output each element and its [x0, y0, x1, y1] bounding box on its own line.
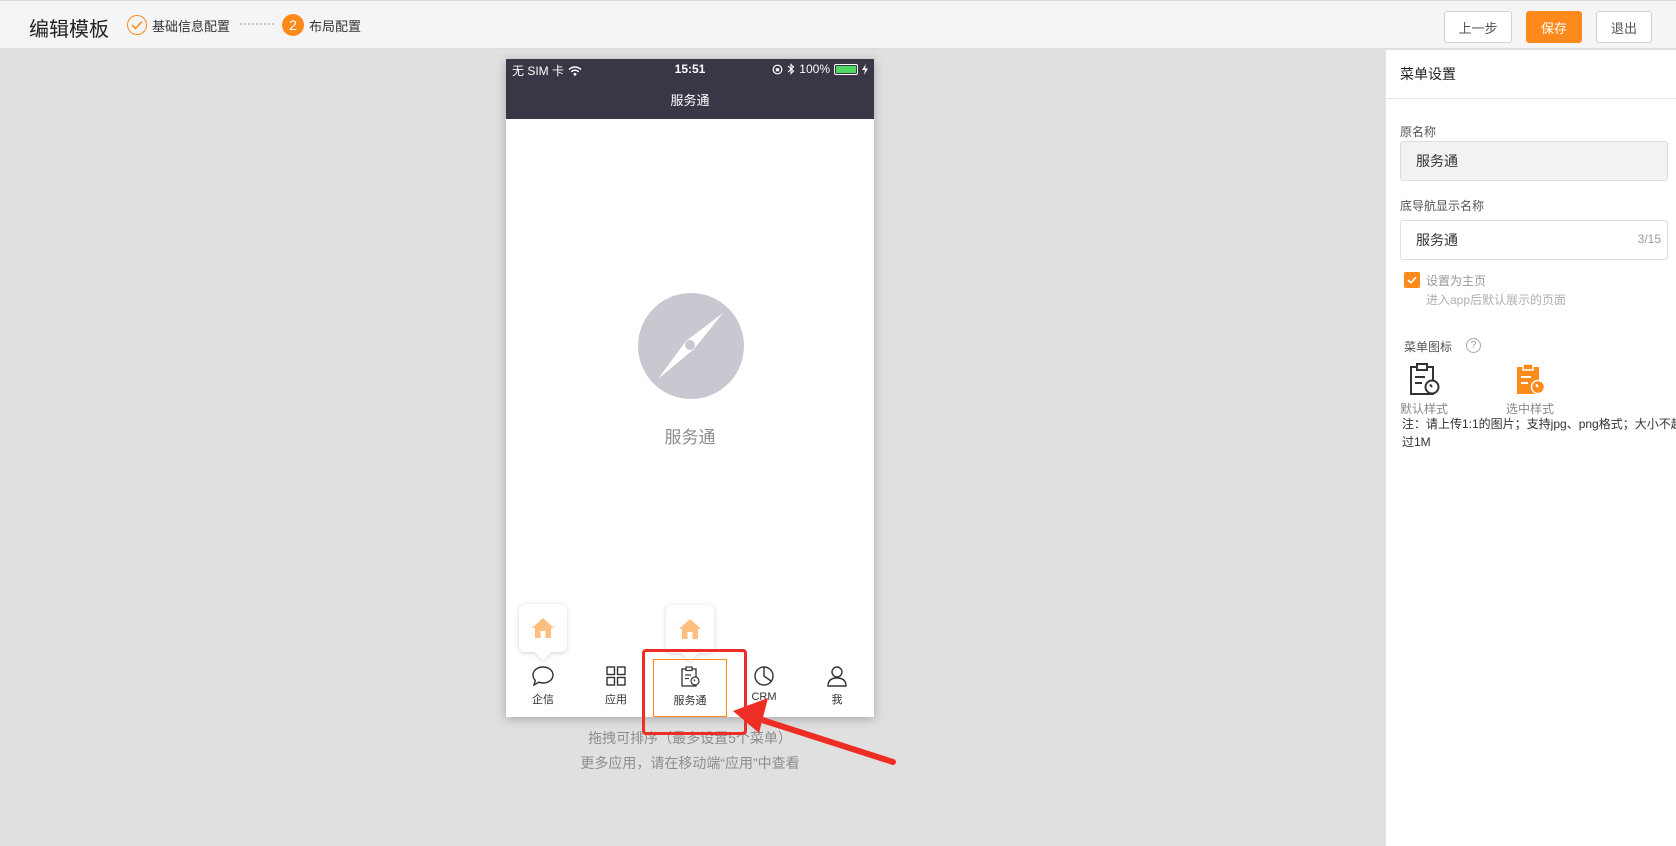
home-icon	[679, 619, 701, 639]
display-name-label: 底导航显示名称	[1400, 199, 1485, 213]
panel-title: 菜单设置	[1400, 66, 1456, 82]
original-name-field: 服务通	[1400, 141, 1668, 181]
upload-note-line: 过1M	[1402, 435, 1431, 449]
menu-settings-panel: 菜单设置 原名称 服务通 底导航显示名称 服务通 3/15 设置为主页 进入ap…	[1385, 50, 1676, 846]
set-home-label: 设置为主页	[1426, 274, 1487, 288]
char-counter: 3/15	[1637, 232, 1661, 246]
display-name-value: 服务通	[1416, 232, 1458, 248]
check-icon	[1407, 276, 1417, 284]
display-name-input[interactable]: 服务通 3/15	[1400, 220, 1668, 260]
set-home-description: 进入app后默认展示的页面	[1426, 293, 1567, 307]
selected-style-icon-upload[interactable]: 选中样式	[1506, 362, 1554, 417]
menu-icon-label: 菜单图标	[1404, 340, 1453, 354]
home-icon	[532, 618, 554, 638]
upload-note-line: 注：请上传1:1的图片；支持jpg、png格式；大小不超	[1402, 417, 1676, 431]
default-style-icon-upload[interactable]: 默认样式	[1400, 362, 1448, 417]
upload-note: 注：请上传1:1的图片；支持jpg、png格式；大小不超 过1M	[1402, 415, 1676, 451]
clipboard-wrench-icon	[1410, 363, 1440, 395]
original-name-label: 原名称	[1400, 125, 1437, 139]
help-icon[interactable]: ?	[1466, 338, 1481, 353]
divider	[1386, 98, 1676, 99]
original-name-value: 服务通	[1416, 153, 1458, 169]
set-home-checkbox[interactable]	[1404, 272, 1420, 288]
clipboard-wrench-icon	[1517, 363, 1546, 395]
